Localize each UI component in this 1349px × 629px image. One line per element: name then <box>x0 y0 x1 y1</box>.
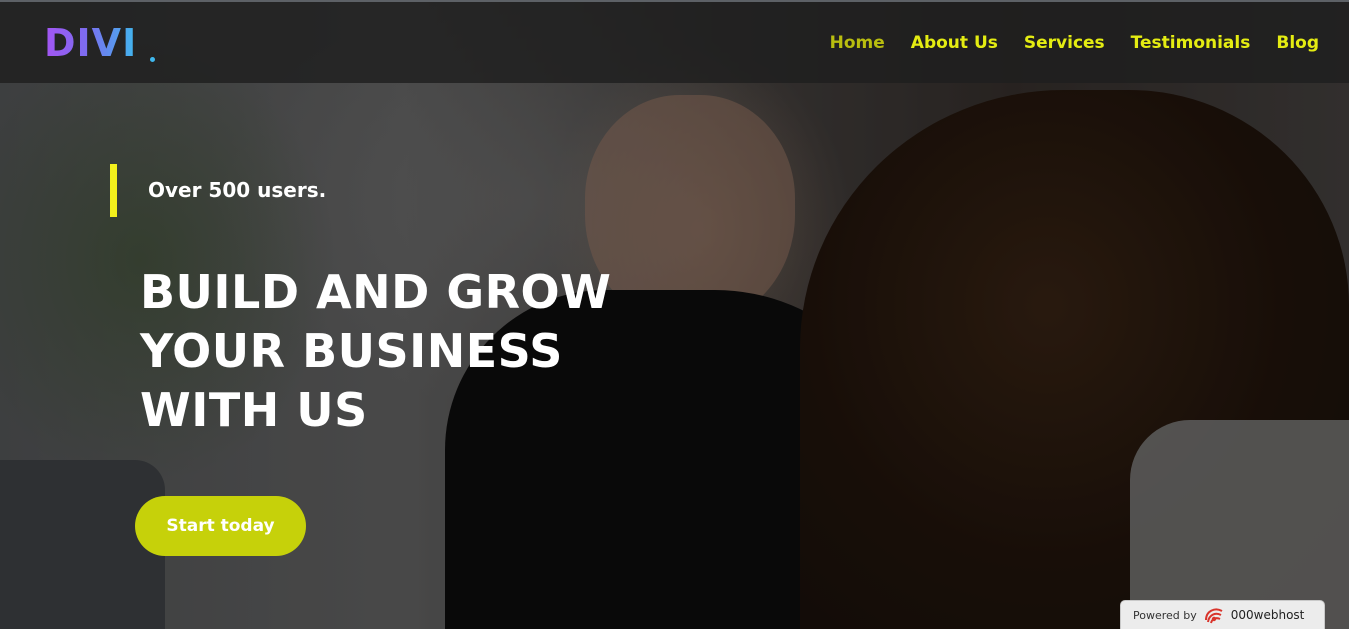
site-logo[interactable]: DIVI <box>44 23 137 63</box>
start-today-button[interactable]: Start today <box>135 496 306 556</box>
headline-line-1: BUILD AND GROW <box>140 265 612 319</box>
accent-bar <box>110 164 117 217</box>
powered-by-brand: 000webhost <box>1230 608 1305 622</box>
headline-line-3: WITH US <box>140 383 368 437</box>
nav-testimonials[interactable]: Testimonials <box>1131 30 1251 56</box>
nav-about-us[interactable]: About Us <box>911 30 998 56</box>
powered-by-badge[interactable]: Powered by 000webhost <box>1120 600 1325 629</box>
000webhost-swirl-icon <box>1204 608 1223 624</box>
user-count-badge: Over 500 users. <box>148 178 327 202</box>
headline-line-2: YOUR BUSINESS <box>140 324 563 378</box>
page: DIVI Home About Us Services Testimonials… <box>0 0 1349 629</box>
nav-services[interactable]: Services <box>1024 30 1105 56</box>
top-border <box>0 0 1349 2</box>
main-nav: Home About Us Services Testimonials Blog <box>830 30 1319 56</box>
nav-blog[interactable]: Blog <box>1276 30 1319 56</box>
hero-headline: BUILD AND GROW YOUR BUSINESS WITH US <box>140 263 700 440</box>
powered-by-label: Powered by <box>1133 608 1197 622</box>
site-header: DIVI Home About Us Services Testimonials… <box>0 2 1349 83</box>
logo-dot <box>150 57 155 62</box>
nav-home[interactable]: Home <box>830 30 885 56</box>
